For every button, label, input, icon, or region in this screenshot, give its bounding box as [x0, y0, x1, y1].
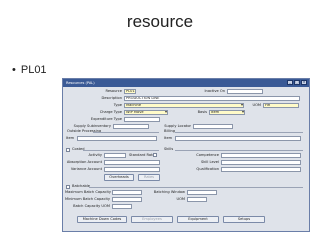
expenditure-type-label: Expenditure Type — [90, 117, 122, 121]
competence-label: Competence — [196, 153, 219, 157]
variance-account-field[interactable] — [104, 167, 160, 172]
absorption-account-label: Absorption Account — [66, 160, 102, 164]
standard-rate-label: Standard Rate — [129, 153, 155, 157]
batchable-heading: Batchable — [72, 184, 91, 188]
description-field[interactable]: PRODUCTION LINE — [124, 96, 300, 101]
op-item-field[interactable] — [77, 136, 157, 141]
equipment-button[interactable]: Equipment — [177, 216, 219, 223]
skill-level-field[interactable] — [221, 160, 301, 165]
section-divider — [89, 187, 303, 188]
skill-level-label: Skill Level — [201, 160, 219, 164]
employees-button[interactable]: Employees — [131, 216, 173, 223]
resource-label: Resource — [105, 89, 122, 93]
window-titlebar: Resources (PAL) _ □ × — [63, 79, 309, 87]
rates-button[interactable]: Rates — [138, 174, 160, 181]
skills-heading: Skills — [164, 147, 174, 151]
batching-window-field[interactable] — [187, 190, 217, 195]
activity-field[interactable] — [104, 153, 126, 158]
costed-checkbox[interactable] — [66, 148, 70, 152]
maximize-icon[interactable]: □ — [294, 80, 300, 85]
activity-label: Activity — [88, 153, 102, 157]
qualification-field[interactable] — [221, 167, 301, 172]
charge-type-select[interactable]: WIP Move — [124, 110, 168, 115]
slide-title: resource — [126, 12, 194, 31]
basis-select[interactable]: Item — [209, 110, 245, 115]
batching-window-label: Batching Window — [153, 190, 185, 194]
batchable-checkbox[interactable] — [66, 185, 70, 189]
uom-label: UOM — [252, 103, 261, 107]
max-batch-capacity-field[interactable] — [112, 190, 142, 195]
section-divider — [83, 150, 159, 151]
op-item-label: Item — [66, 136, 75, 140]
billing-item-field[interactable] — [175, 136, 301, 141]
supply-locator-field[interactable] — [193, 124, 233, 129]
batch-capacity-uom-field[interactable] — [112, 204, 132, 209]
type-label: Type — [113, 103, 122, 107]
window-controls: _ □ × — [287, 80, 307, 85]
variance-account-label: Variance Account — [70, 167, 102, 171]
resources-window: Resources (PAL) _ □ × Resource PL01 Inac… — [62, 78, 310, 232]
section-divider — [175, 132, 303, 133]
supply-subinventory-field[interactable] — [113, 124, 149, 129]
billing-heading: Billing — [164, 129, 176, 133]
description-label: Description — [101, 96, 122, 100]
batch-uom-field[interactable] — [187, 197, 207, 202]
close-icon[interactable]: × — [301, 80, 307, 85]
charge-type-label: Charge Type — [99, 110, 122, 114]
max-batch-capacity-label: Maximum Batch Capacity — [65, 190, 112, 194]
type-select[interactable]: Machine — [124, 103, 244, 108]
bullet-item: • PL01 — [12, 64, 47, 76]
window-title: Resources (PAL) — [66, 81, 95, 85]
batch-uom-label: UOM — [176, 197, 185, 201]
competence-field[interactable] — [221, 153, 301, 158]
section-divider — [93, 132, 159, 133]
bullet-text: PL01 — [20, 64, 47, 76]
machine-down-codes-button[interactable]: Machine Down Codes — [77, 216, 127, 223]
basis-label: Basis — [197, 110, 207, 114]
resource-field[interactable]: PL01 — [124, 89, 136, 94]
inactive-on-label: Inactive On — [204, 89, 225, 93]
absorption-account-field[interactable] — [104, 160, 160, 165]
minimize-icon[interactable]: _ — [287, 80, 293, 85]
setups-button[interactable]: Setups — [223, 216, 265, 223]
min-batch-capacity-label: Minimum Batch Capacity — [65, 197, 110, 201]
billing-item-label: Item — [164, 136, 173, 140]
min-batch-capacity-field[interactable] — [112, 197, 142, 202]
qualification-label: Qualification — [196, 167, 219, 171]
overheads-button[interactable]: Overheads — [104, 174, 134, 181]
standard-rate-checkbox[interactable] — [153, 153, 157, 157]
uom-field[interactable]: HR — [263, 103, 299, 108]
inactive-on-field[interactable] — [227, 89, 263, 94]
batch-capacity-uom-label: Batch Capacity UOM — [73, 204, 110, 208]
section-divider — [175, 150, 303, 151]
expenditure-type-field[interactable] — [124, 117, 160, 122]
bullet-icon: • — [12, 64, 16, 76]
